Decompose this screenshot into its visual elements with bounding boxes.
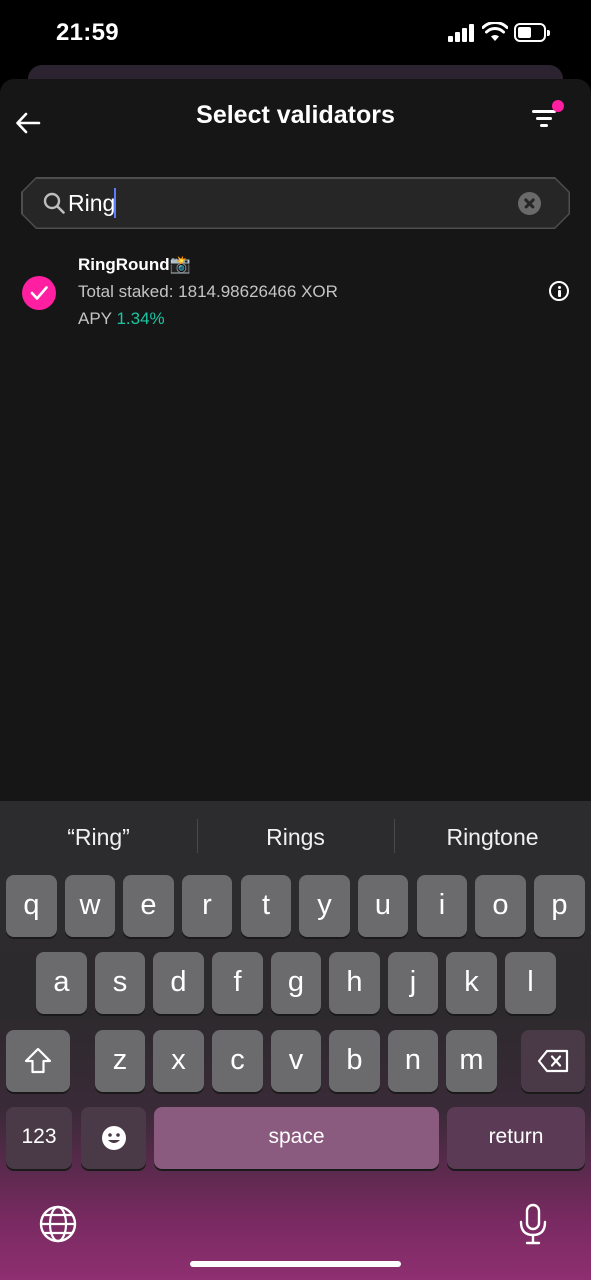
globe-icon[interactable]	[39, 1205, 77, 1243]
clear-search-icon[interactable]	[518, 192, 541, 215]
key-u[interactable]: u	[358, 875, 408, 937]
key-j[interactable]: j	[388, 952, 438, 1014]
suggestion-3[interactable]: Ringtone	[394, 813, 591, 861]
shift-key[interactable]	[6, 1030, 70, 1092]
key-c[interactable]: c	[212, 1030, 263, 1092]
key-s[interactable]: s	[95, 952, 145, 1014]
search-input[interactable]	[68, 187, 488, 219]
backspace-icon	[537, 1049, 569, 1073]
key-h[interactable]: h	[329, 952, 380, 1014]
home-indicator[interactable]	[190, 1261, 401, 1267]
key-n[interactable]: n	[388, 1030, 438, 1092]
keyboard: “Ring” Rings Ringtone q w e r t y u i o …	[0, 801, 591, 1280]
validator-name: RingRound📸	[78, 255, 191, 274]
key-e[interactable]: e	[123, 875, 174, 937]
validator-row[interactable]: RingRound📸 Total staked: 1814.98626466 X…	[0, 251, 591, 335]
key-d[interactable]: d	[153, 952, 204, 1014]
key-y[interactable]: y	[299, 875, 350, 937]
key-i[interactable]: i	[417, 875, 467, 937]
status-time: 21:59	[56, 19, 119, 46]
microphone-icon[interactable]	[518, 1203, 548, 1245]
suggestion-1[interactable]: “Ring”	[0, 813, 197, 861]
key-r[interactable]: r	[182, 875, 232, 937]
apy-value: 1.34%	[116, 309, 165, 328]
key-z[interactable]: z	[95, 1030, 145, 1092]
key-w[interactable]: w	[65, 875, 115, 937]
shift-icon	[24, 1047, 52, 1074]
key-b[interactable]: b	[329, 1030, 380, 1092]
checkmark-icon[interactable]	[22, 276, 56, 310]
info-icon[interactable]	[549, 281, 569, 301]
key-k[interactable]: k	[446, 952, 497, 1014]
status-bar: 21:59	[0, 0, 591, 66]
wifi-icon	[482, 22, 508, 41]
key-g[interactable]: g	[271, 952, 321, 1014]
text-caret	[114, 188, 116, 218]
key-q[interactable]: q	[6, 875, 57, 937]
emoji-icon	[101, 1126, 126, 1150]
key-o[interactable]: o	[475, 875, 526, 937]
validator-total-staked: Total staked: 1814.98626466 XOR	[78, 282, 338, 301]
validator-apy: APY 1.34%	[78, 309, 165, 329]
key-l[interactable]: l	[505, 952, 556, 1014]
key-f[interactable]: f	[212, 952, 263, 1014]
search-icon	[43, 192, 65, 214]
key-a[interactable]: a	[36, 952, 87, 1014]
space-key[interactable]: space	[154, 1107, 439, 1169]
apy-label: APY	[78, 309, 112, 328]
suggestion-2[interactable]: Rings	[197, 813, 394, 861]
backspace-key[interactable]	[521, 1030, 585, 1092]
emoji-key[interactable]	[81, 1107, 146, 1169]
return-key[interactable]: return	[447, 1107, 585, 1169]
numbers-key[interactable]: 123	[6, 1107, 72, 1169]
key-x[interactable]: x	[153, 1030, 204, 1092]
key-t[interactable]: t	[241, 875, 291, 937]
key-m[interactable]: m	[446, 1030, 497, 1092]
battery-icon	[514, 23, 550, 42]
filter-badge	[552, 100, 564, 112]
cellular-signal-icon	[448, 24, 476, 42]
key-v[interactable]: v	[271, 1030, 321, 1092]
page-title: Select validators	[196, 101, 395, 129]
key-p[interactable]: p	[534, 875, 585, 937]
